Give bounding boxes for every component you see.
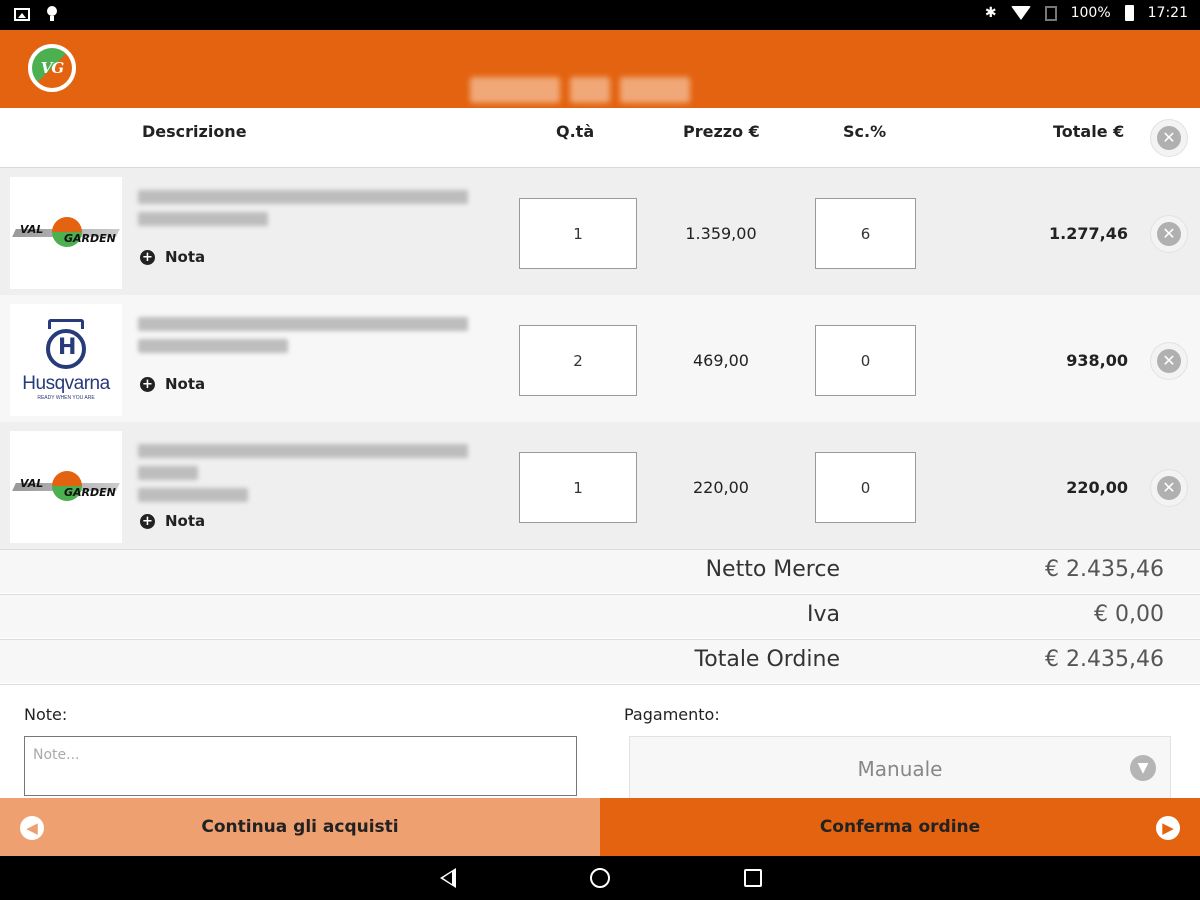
note-label: Nota (165, 375, 206, 393)
clear-cart-button[interactable]: ✕ (1150, 119, 1188, 157)
plus-circle-icon: + (140, 249, 155, 265)
confirm-order-button[interactable]: Conferma ordine ▶ (600, 798, 1200, 856)
battery-icon (1124, 5, 1134, 21)
product-description-redacted (138, 444, 478, 510)
battery-percent: 100% (1070, 5, 1111, 21)
payment-value: Manuale (857, 757, 943, 781)
no-sim-icon (1044, 5, 1057, 21)
summary-net: Netto Merce € 2.435,46 (0, 549, 1200, 593)
product-description-redacted (138, 190, 478, 234)
order-total-value: € 2.435,46 (1045, 647, 1164, 672)
vat-label: Iva (807, 602, 840, 627)
cart-row: VAL GARDEN + Nota 1 1.359,00 6 1.277,46 … (0, 168, 1200, 295)
discount-input[interactable]: 0 (815, 325, 916, 396)
column-discount: Sc.% (843, 122, 887, 141)
remove-item-button[interactable]: ✕ (1150, 342, 1188, 380)
add-note-button[interactable]: + Nota (140, 512, 205, 530)
row-total: 938,00 (1066, 351, 1128, 370)
app-logo[interactable]: VG (28, 44, 76, 92)
order-form: Note: Pagamento: Manuale ▼ (0, 684, 1200, 799)
product-image[interactable]: VAL GARDEN (10, 431, 122, 543)
header-title-redacted (470, 74, 690, 106)
continue-shopping-button[interactable]: ◀ Continua gli acquisti (0, 798, 600, 856)
nav-back-icon[interactable] (440, 868, 456, 888)
summary-vat: Iva € 0,00 (0, 594, 1200, 638)
bluetooth-icon: ✱ (984, 5, 997, 21)
cart-row: VAL GARDEN + Nota 1 220,00 0 220,00 ✕ (0, 422, 1200, 549)
net-value: € 2.435,46 (1045, 557, 1164, 582)
close-circle-icon: ✕ (1157, 349, 1181, 373)
plus-circle-icon: + (140, 376, 155, 392)
close-circle-icon: ✕ (1157, 476, 1181, 500)
payment-select[interactable]: Manuale ▼ (629, 736, 1171, 799)
order-total-label: Totale Ordine (694, 647, 840, 672)
summary-total: Totale Ordine € 2.435,46 (0, 639, 1200, 683)
product-image[interactable]: H Husqvarna READY WHEN YOU ARE (10, 304, 122, 416)
wifi-icon (1010, 6, 1031, 20)
close-circle-icon: ✕ (1157, 222, 1181, 246)
column-total: Totale € (1053, 122, 1125, 141)
cart-row: H Husqvarna READY WHEN YOU ARE + Nota 2 … (0, 295, 1200, 422)
valgarden-logo: VAL GARDEN (12, 467, 120, 507)
arrow-right-circle-icon: ▶ (1156, 816, 1180, 840)
clock: 17:21 (1147, 5, 1188, 21)
row-total: 1.277,46 (1049, 224, 1128, 243)
discount-input[interactable]: 0 (815, 452, 916, 523)
net-label: Netto Merce (705, 557, 840, 582)
unit-price: 1.359,00 (685, 224, 757, 243)
gallery-notification-icon (14, 7, 30, 21)
row-total: 220,00 (1066, 478, 1128, 497)
product-image[interactable]: VAL GARDEN (10, 177, 122, 289)
remove-item-button[interactable]: ✕ (1150, 215, 1188, 253)
column-description: Descrizione (142, 122, 247, 141)
unit-price: 469,00 (693, 351, 749, 370)
discount-input[interactable]: 6 (815, 198, 916, 269)
confirm-order-label: Conferma ordine (819, 817, 981, 837)
note-label: Nota (165, 248, 206, 266)
notes-label: Note: (24, 705, 68, 724)
payment-label: Pagamento: (624, 705, 720, 724)
nav-recents-icon[interactable] (744, 869, 762, 887)
remove-item-button[interactable]: ✕ (1150, 469, 1188, 507)
close-circle-icon: ✕ (1157, 126, 1181, 150)
system-nav-bar (0, 856, 1200, 900)
nav-home-icon[interactable] (590, 868, 610, 888)
add-note-button[interactable]: + Nota (140, 375, 205, 393)
product-description-redacted (138, 317, 478, 361)
arrow-left-circle-icon: ◀ (20, 816, 44, 840)
chevron-down-icon: ▼ (1130, 755, 1156, 781)
quantity-input[interactable]: 1 (519, 452, 637, 523)
app-logo-text: VG (40, 59, 64, 77)
status-bar: ✱ 100% 17:21 (0, 0, 1200, 30)
app-header: VG (0, 30, 1200, 108)
vat-value: € 0,00 (1094, 602, 1164, 627)
quantity-input[interactable]: 2 (519, 325, 637, 396)
quantity-input[interactable]: 1 (519, 198, 637, 269)
plus-circle-icon: + (140, 513, 155, 529)
unit-price: 220,00 (693, 478, 749, 497)
note-label: Nota (165, 512, 206, 530)
husqvarna-logo: H Husqvarna READY WHEN YOU ARE (10, 319, 122, 401)
lightbulb-notification-icon (46, 6, 58, 22)
notes-input[interactable] (24, 736, 577, 796)
column-quantity: Q.tà (556, 122, 595, 141)
continue-shopping-label: Continua gli acquisti (201, 817, 399, 837)
add-note-button[interactable]: + Nota (140, 248, 205, 266)
column-price: Prezzo € (683, 122, 760, 141)
valgarden-logo: VAL GARDEN (12, 213, 120, 253)
action-bar: ◀ Continua gli acquisti Conferma ordine … (0, 798, 1200, 856)
cart-table-header: Descrizione Q.tà Prezzo € Sc.% Totale € … (0, 108, 1200, 168)
